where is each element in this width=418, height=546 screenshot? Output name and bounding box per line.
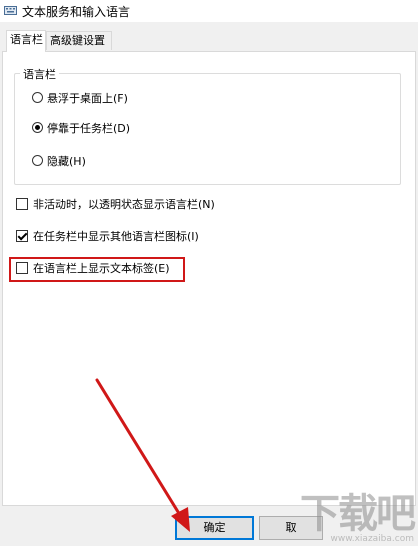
- watermark: 下载吧 www.xiazaiba.com: [300, 491, 416, 544]
- annotation-arrow: [95, 378, 190, 532]
- tab-language-bar[interactable]: 语言栏: [6, 30, 46, 52]
- watermark-title: 下载吧: [300, 491, 416, 537]
